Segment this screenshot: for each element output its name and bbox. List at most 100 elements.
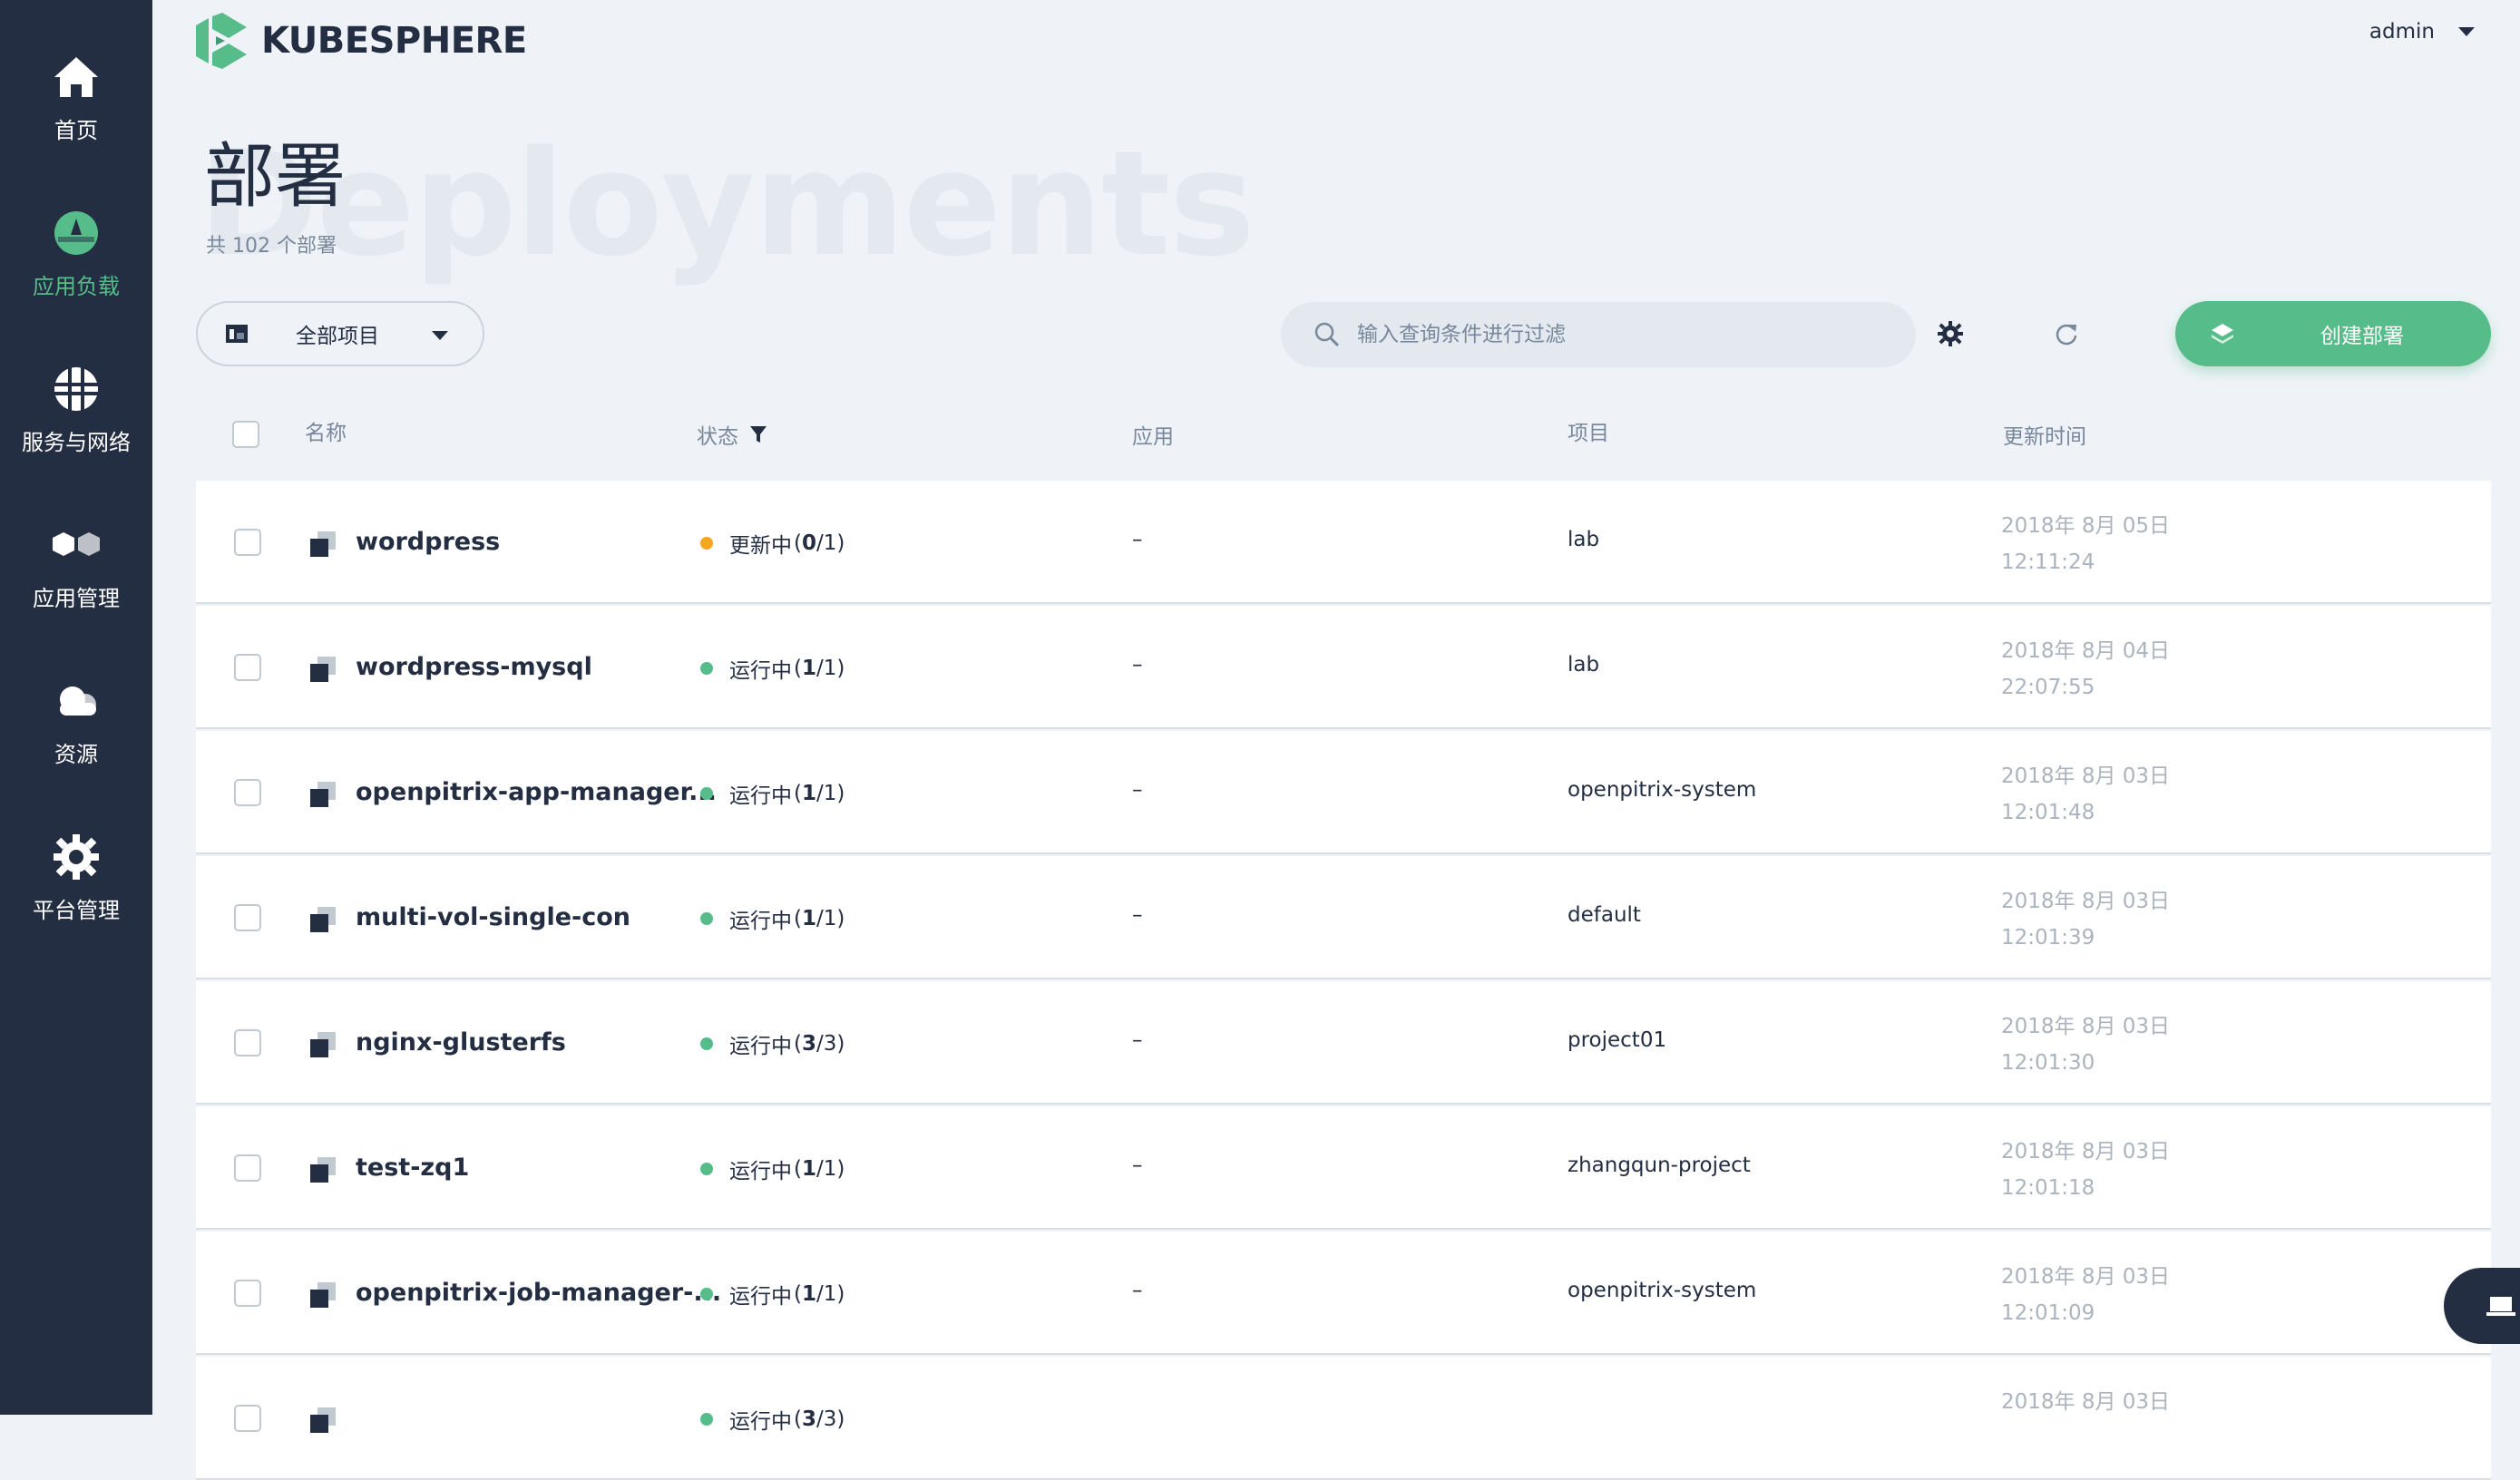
ready-count: 1 bbox=[801, 657, 816, 680]
project-link[interactable]: openpitrix-system bbox=[1568, 1279, 1756, 1302]
status-text: 运行中 bbox=[729, 659, 792, 683]
refresh-button[interactable] bbox=[2046, 314, 2086, 354]
project-link[interactable]: openpitrix-system bbox=[1568, 778, 1756, 802]
status-dot bbox=[700, 1413, 713, 1426]
chevron-down-icon bbox=[2458, 27, 2475, 36]
table-header: 名称 状态 应用 项目 更新时间 bbox=[196, 399, 2491, 472]
updated-time: 2018年 8月 04日 22:07:55 bbox=[2001, 633, 2170, 706]
updated-date: 2018年 8月 03日 bbox=[2001, 764, 2171, 788]
updated-time: 2018年 8月 03日 12:01:09 bbox=[2001, 1259, 2170, 1331]
gear-icon bbox=[1938, 321, 1963, 346]
deployment-name-link[interactable]: wordpress bbox=[356, 528, 500, 556]
updated-clock: 22:07:55 bbox=[2001, 676, 2095, 699]
row-checkbox[interactable] bbox=[234, 1280, 261, 1307]
search-input[interactable] bbox=[1357, 323, 1901, 346]
status-text: 运行中 bbox=[729, 784, 792, 808]
deployment-name-link[interactable]: nginx-glusterfs bbox=[356, 1028, 566, 1056]
project-link[interactable]: zhangqun-project bbox=[1568, 1154, 1751, 1177]
deployment-icon bbox=[310, 531, 336, 557]
column-header-name[interactable]: 名称 bbox=[305, 415, 347, 446]
nav-item-home[interactable]: 首页 bbox=[0, 29, 152, 165]
project-link[interactable]: lab bbox=[1568, 653, 1599, 677]
nav-item-resources[interactable]: 资源 bbox=[0, 653, 152, 789]
project-link[interactable]: default bbox=[1568, 903, 1641, 927]
total-count: /3 bbox=[816, 1032, 837, 1056]
table-row[interactable]: nginx-glusterfs 运行中 (3/3) – project01 201… bbox=[196, 981, 2491, 1105]
updated-time: 2018年 8月 03日 bbox=[2001, 1384, 2170, 1420]
table-row[interactable]: wordpress-mysql 运行中 (1/1) – lab 2018年 8月 … bbox=[196, 606, 2491, 729]
gear-icon bbox=[49, 830, 103, 884]
deployment-name-link[interactable]: wordpress-mysql bbox=[356, 653, 592, 681]
create-deployment-button[interactable]: 创建部署 bbox=[2175, 301, 2491, 366]
project-icon bbox=[226, 325, 248, 343]
nav-item-services[interactable]: 服务与网络 bbox=[0, 341, 152, 477]
cloud-icon bbox=[49, 674, 103, 728]
row-checkbox[interactable] bbox=[234, 1405, 261, 1432]
row-checkbox[interactable] bbox=[234, 904, 261, 931]
nav-item-label: 服务与网络 bbox=[22, 430, 131, 455]
ready-count: 3 bbox=[801, 1407, 816, 1431]
total-count: /1 bbox=[816, 1282, 837, 1306]
deployment-icon bbox=[310, 1157, 336, 1183]
status-cell: 运行中 (1/1) bbox=[700, 653, 845, 684]
updated-time: 2018年 8月 05日 12:11:24 bbox=[2001, 508, 2170, 580]
app-cell: – bbox=[1132, 528, 1143, 551]
table-row[interactable]: openpitrix-app-manager... 运行中 (1/1) – ope… bbox=[196, 731, 2491, 854]
logo[interactable]: KUBESPHERE bbox=[196, 11, 527, 71]
status-dot bbox=[700, 912, 713, 925]
home-icon bbox=[49, 50, 103, 104]
table-row[interactable]: 运行中 (3/3) 2018年 8月 03日 bbox=[196, 1357, 2491, 1480]
chevron-down-icon bbox=[432, 331, 448, 340]
updated-date: 2018年 8月 04日 bbox=[2001, 639, 2171, 663]
updated-date: 2018年 8月 03日 bbox=[2001, 1265, 2171, 1289]
table-row[interactable]: wordpress 更新中 (0/1) – lab 2018年 8月 05日 12:… bbox=[196, 481, 2491, 604]
deployment-name-link[interactable]: openpitrix-app-manager... bbox=[356, 778, 717, 806]
deployment-icon bbox=[310, 907, 336, 932]
row-checkbox[interactable] bbox=[234, 529, 261, 556]
floating-terminal-button[interactable] bbox=[2444, 1268, 2520, 1344]
column-header-status[interactable]: 状态 bbox=[697, 419, 767, 450]
table-row[interactable]: multi-vol-single-con 运行中 (1/1) – default … bbox=[196, 856, 2491, 979]
table-row[interactable]: test-zq1 运行中 (1/1) – zhangqun-project 201… bbox=[196, 1106, 2491, 1230]
nav-item-label: 资源 bbox=[54, 742, 98, 767]
status-dot bbox=[700, 1037, 713, 1050]
settings-button[interactable] bbox=[1930, 314, 1970, 354]
row-checkbox[interactable] bbox=[234, 779, 261, 806]
refresh-icon bbox=[2056, 324, 2077, 346]
deployment-name-link[interactable]: openpitrix-job-manager-... bbox=[356, 1279, 721, 1307]
status-cell: 运行中 (1/1) bbox=[700, 1279, 845, 1310]
select-all-checkbox[interactable] bbox=[232, 421, 259, 448]
nav-item-platform[interactable]: 平台管理 bbox=[0, 809, 152, 945]
app-cell: – bbox=[1132, 903, 1143, 927]
deployment-name-link[interactable]: multi-vol-single-con bbox=[356, 903, 630, 931]
search-bar bbox=[1281, 302, 1916, 367]
nav-item-apps[interactable]: 应用管理 bbox=[0, 497, 152, 633]
status-dot bbox=[700, 662, 713, 675]
updated-date: 2018年 8月 03日 bbox=[2001, 890, 2171, 913]
project-link[interactable]: lab bbox=[1568, 528, 1599, 551]
column-header-updated[interactable]: 更新时间 bbox=[2003, 419, 2086, 450]
deployment-name-link[interactable]: test-zq1 bbox=[356, 1154, 469, 1182]
row-checkbox[interactable] bbox=[234, 1154, 261, 1182]
project-link[interactable]: project01 bbox=[1568, 1028, 1666, 1052]
status-cell: 更新中 (0/1) bbox=[700, 528, 845, 559]
updated-clock: 12:01:39 bbox=[2001, 926, 2095, 949]
row-checkbox[interactable] bbox=[234, 1029, 261, 1056]
filter-icon[interactable] bbox=[749, 424, 767, 444]
updated-time: 2018年 8月 03日 12:01:18 bbox=[2001, 1134, 2170, 1206]
ready-count: 1 bbox=[801, 782, 816, 805]
updated-clock: 12:01:48 bbox=[2001, 801, 2095, 824]
user-name: admin bbox=[2369, 20, 2435, 44]
project-select[interactable]: 全部项目 bbox=[196, 301, 484, 366]
table-row[interactable]: openpitrix-job-manager-... 运行中 (1/1) – op… bbox=[196, 1232, 2491, 1355]
deployment-icon bbox=[310, 657, 336, 682]
create-button-label: 创建部署 bbox=[2320, 325, 2404, 348]
row-checkbox[interactable] bbox=[234, 654, 261, 681]
updated-time: 2018年 8月 03日 12:01:39 bbox=[2001, 883, 2170, 956]
network-icon bbox=[49, 362, 103, 416]
column-header-project[interactable]: 项目 bbox=[1568, 415, 1609, 446]
status-text: 更新中 bbox=[729, 534, 792, 558]
nav-item-workloads[interactable]: 应用负载 bbox=[0, 185, 152, 321]
app-cell: – bbox=[1132, 1279, 1143, 1302]
user-menu[interactable]: admin bbox=[2369, 20, 2475, 44]
